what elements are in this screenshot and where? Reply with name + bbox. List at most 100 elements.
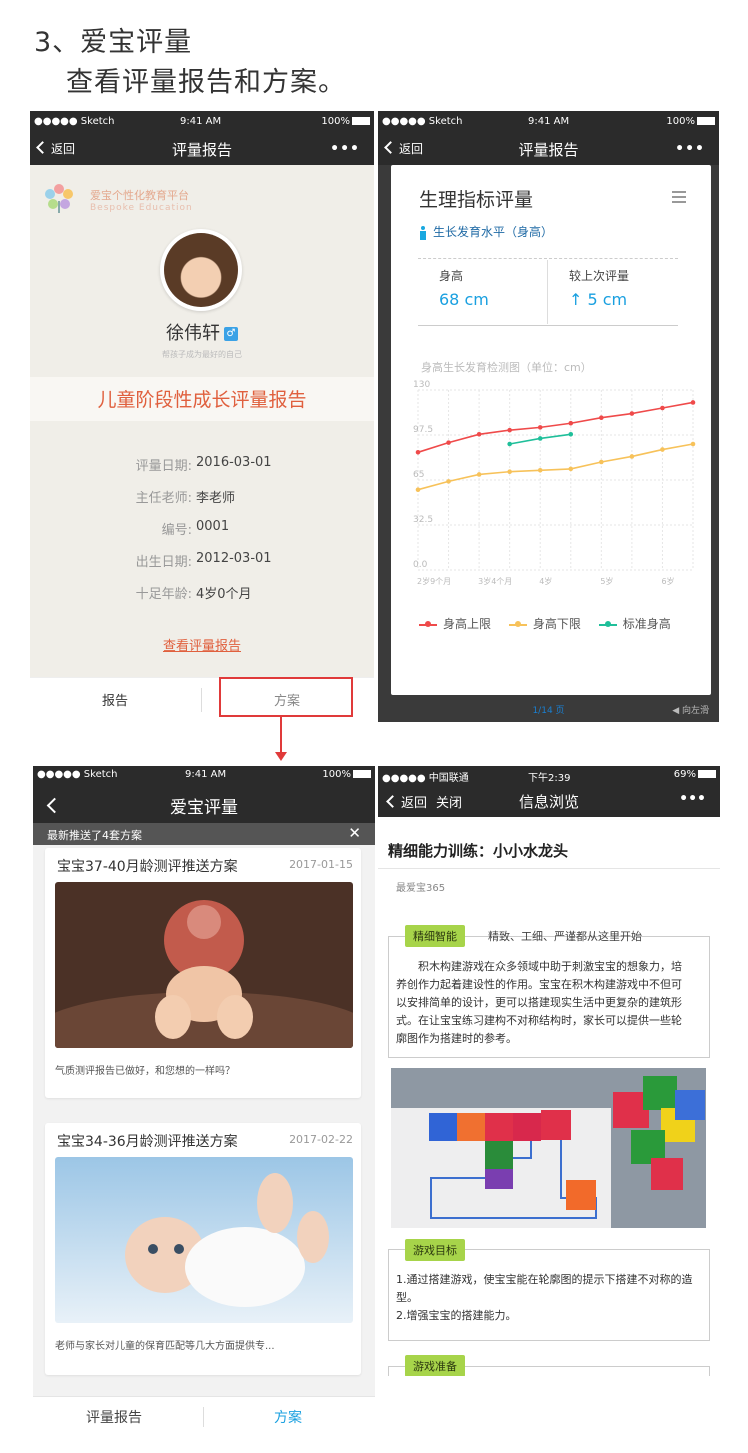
data-point [568, 432, 574, 437]
carrier-label: ●●●●● Sketch [37, 769, 118, 780]
plan-title: 宝宝34-36月龄测评推送方案 [57, 1134, 238, 1150]
nav-bar: 返回 关闭 信息浏览 ••• [378, 785, 720, 817]
status-bar: ●●●●● 中国联通 下午2:39 69% [378, 766, 720, 785]
nav-bar: 返回 评量报告 ••• [378, 133, 719, 165]
y-tick-label: 65 [413, 470, 424, 480]
plan-title: 宝宝37-40月龄测评推送方案 [57, 859, 238, 875]
card-title: 生理指标评量 [419, 189, 534, 211]
section-heading: 精致、工细、严谨都从这里开始 [488, 930, 642, 943]
metric-divider [547, 260, 548, 324]
baby-photo [55, 1157, 353, 1323]
close-icon[interactable]: ✕ [348, 824, 361, 842]
divider [418, 325, 678, 326]
more-button[interactable]: ••• [675, 141, 705, 157]
section-tag: 游戏准备 [405, 1355, 465, 1376]
goal-item: 1.通过搭建游戏，使宝宝能在轮廓图的提示下搭建不对称的造型。 [396, 1273, 693, 1304]
y-tick-label: 32.5 [413, 515, 433, 525]
battery-icon [698, 770, 716, 778]
status-time: 9:41 AM [180, 116, 222, 127]
x-tick-label: 5岁 [600, 576, 613, 586]
nav-title: 评量报告 [171, 141, 232, 159]
more-button[interactable]: ••• [679, 791, 706, 807]
view-report-link[interactable]: 查看评量报告 [30, 635, 374, 654]
data-point [507, 441, 512, 447]
series-line [417, 401, 694, 454]
status-bar: ●●●●● Sketch 9:41 AM 100% [378, 111, 719, 133]
battery-icon [697, 117, 715, 125]
data-point [690, 441, 696, 447]
chart-caption: 身高生长发育检测图（单位：cm） [421, 361, 592, 374]
nav-bar: 返回 评量报告 ••• [30, 133, 374, 165]
legend-item-upper: 身高上限 [419, 615, 491, 632]
data-point [537, 468, 543, 473]
data-point [690, 400, 696, 405]
divider [378, 868, 720, 869]
chart-legend: 身高上限 身高下限 标准身高 [419, 615, 685, 632]
growth-chart: 130 97.5 65 32.5 0.0 2岁9个月 3岁4个月 4岁 5岁 6岁 [413, 380, 696, 586]
goal-item: 2.增强宝宝的搭建能力。 [396, 1309, 517, 1322]
plan-card[interactable]: 宝宝34-36月龄测评推送方案 2017-02-22 老师与家长对儿童的保育匹配… [45, 1123, 361, 1375]
data-point [599, 459, 604, 465]
x-tick-label: 3岁4个月 [478, 576, 512, 586]
section-tag: 精细智能 [405, 925, 465, 947]
nav-bar: 爱宝评量 [33, 785, 375, 823]
person-icon [419, 225, 427, 240]
swipe-hint: ◀ 向左滑 [672, 706, 709, 716]
y-tick-label: 130 [413, 380, 430, 390]
status-time: 9:41 AM [528, 116, 570, 127]
tab-report[interactable]: 报告 [102, 690, 128, 709]
data-point [599, 415, 604, 420]
article-author: 最爱宝365 [396, 883, 446, 894]
nav-title: 评量报告 [518, 141, 579, 159]
battery-icon [353, 770, 371, 778]
status-bar: ●●●●● Sketch 9:41 AM 100% [33, 766, 375, 785]
plan-date: 2017-02-22 [289, 1133, 353, 1146]
section-tag: 游戏目标 [405, 1239, 465, 1261]
data-point [507, 469, 512, 474]
slogan: 帮孩子成为最好的自己 [162, 350, 242, 359]
x-tick-label: 2岁9个月 [417, 576, 451, 586]
goal-list: 1.通过搭建游戏，使宝宝能在轮廓图的提示下搭建不对称的造型。 2.增强宝宝的搭建… [396, 1271, 696, 1325]
battery-indicator: 100% [322, 769, 371, 780]
tab-plan[interactable]: 方案 [274, 1407, 302, 1427]
indicator-card: 生理指标评量 生长发育水平（身高） 身高 68 cm 较上次评量 ↑ 5 cm … [391, 165, 711, 695]
data-point [415, 450, 421, 455]
push-banner: 最新推送了4套方案 ✕ [33, 823, 375, 845]
more-button[interactable]: ••• [330, 141, 360, 157]
logo-text: 爱宝个性化教育平台 [90, 189, 189, 202]
data-point [629, 454, 635, 459]
data-point [476, 472, 482, 477]
status-time: 9:41 AM [185, 769, 227, 780]
section-subheading: 查看评量报告和方案。 [66, 67, 346, 98]
tab-divider [203, 1407, 204, 1427]
data-point [629, 411, 635, 416]
banner-text: 最新推送了4套方案 [47, 829, 142, 842]
data-point [660, 405, 665, 411]
carrier-label: ●●●●● 中国联通 [382, 773, 469, 784]
data-point [446, 440, 451, 445]
menu-icon[interactable] [672, 191, 686, 203]
x-tick-label: 4岁 [539, 576, 552, 586]
report-title: 儿童阶段性成长评量报告 [97, 389, 307, 411]
plan-card[interactable]: 宝宝37-40月龄测评推送方案 2017-01-15 气质测评报告已做好，和您想… [45, 848, 361, 1098]
divider [418, 258, 678, 259]
series-line [417, 443, 694, 491]
plan-description: 气质测评报告已做好，和您想的一样吗？ [55, 1066, 235, 1077]
arrow-down-icon [275, 752, 287, 761]
physiology-screen: ●●●●● Sketch 9:41 AM 100% 返回 评量报告 ••• 生理… [378, 111, 719, 722]
plan-description: 老师与家长对儿童的保育匹配等几大方面提供专... [55, 1341, 275, 1352]
data-point [660, 447, 665, 452]
baby-photo [55, 882, 353, 1048]
child-name: 徐伟轩 ♂ [30, 319, 374, 345]
child-avatar [160, 229, 242, 311]
arrow-line [280, 717, 282, 754]
battery-icon [352, 117, 370, 125]
data-point [415, 487, 421, 492]
article-screen: ●●●●● 中国联通 下午2:39 69% 返回 关闭 信息浏览 ••• 精细能… [378, 766, 720, 1376]
y-tick-label: 97.5 [413, 425, 433, 435]
nav-title: 爱宝评量 [170, 798, 238, 818]
page-indicator: 1/14 页 [532, 706, 565, 716]
section-paragraph: 积木构建游戏在众多领域中助于刺激宝宝的想象力，培养创作力起着建设性的作用。宝宝在… [396, 960, 682, 1045]
bottom-tab-bar: 评量报告 方案 [33, 1396, 375, 1436]
tab-report[interactable]: 评量报告 [86, 1407, 142, 1427]
